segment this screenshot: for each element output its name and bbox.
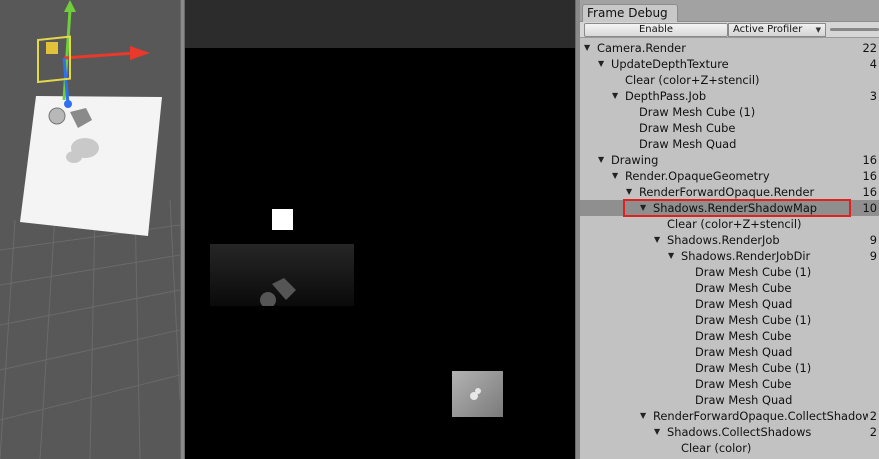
tree-row[interactable]: Draw Mesh Cube (1) <box>580 312 879 328</box>
tab-frame-debug[interactable]: Frame Debug <box>582 4 678 22</box>
tree-row[interactable]: ▼ Shadows.CollectShadows 2 <box>580 424 879 440</box>
tree-row[interactable]: Draw Mesh Cube (1) <box>580 264 879 280</box>
frame-debug-panel: Frame Debug Enable Active Profiler ▼ ▼ Ca… <box>580 0 879 459</box>
game-white-square <box>272 209 293 230</box>
tree-row-count: 16 <box>860 168 877 184</box>
tree-row[interactable]: Draw Mesh Quad <box>580 136 879 152</box>
active-profiler-dropdown[interactable]: Active Profiler ▼ <box>728 23 826 37</box>
tree-row-label: Clear (color) <box>681 441 752 455</box>
tree-row-label: Draw Mesh Cube (1) <box>695 313 812 327</box>
tree-row-label: Draw Mesh Quad <box>695 297 793 311</box>
tree-row[interactable]: Draw Mesh Cube <box>580 280 879 296</box>
tree-row-count: 10 <box>862 201 878 215</box>
tree-row-count: 16 <box>860 184 877 200</box>
tree-row-count: 9 <box>867 248 877 264</box>
tree-row[interactable]: Draw Mesh Cube (1) <box>580 104 879 120</box>
tree-row[interactable]: ▼ Shadows.RenderJob 9 <box>580 232 879 248</box>
selection-highlight-box <box>623 199 851 217</box>
tree-row[interactable]: ▼ Camera.Render 22 <box>580 40 879 56</box>
tree-row[interactable]: Draw Mesh Cube <box>580 120 879 136</box>
tree-row[interactable]: Clear (color+Z+stencil) <box>580 72 879 88</box>
tree-row[interactable]: ▼ DepthPass.Job 3 <box>580 88 879 104</box>
dropdown-arrow-icon: ▼ <box>815 26 821 34</box>
tree-row[interactable]: Draw Mesh Quad <box>580 344 879 360</box>
tree-row[interactable]: ▼ RenderForwardOpaque.Render 16 <box>580 184 879 200</box>
tree-row-label: Draw Mesh Cube (1) <box>639 105 756 119</box>
event-slider[interactable] <box>830 28 879 31</box>
scene-viewport[interactable] <box>0 0 180 459</box>
tree-row-label: Render.OpaqueGeometry <box>625 169 770 183</box>
scene-view[interactable] <box>0 0 180 459</box>
tree-row[interactable]: ▼ Shadows.RenderJobDir 9 <box>580 248 879 264</box>
expand-arrow-icon[interactable]: ▼ <box>626 184 632 200</box>
tree-row-label: Draw Mesh Quad <box>695 393 793 407</box>
scene-quad-plane[interactable] <box>20 96 162 236</box>
tree-row-label: Clear (color+Z+stencil) <box>667 217 802 231</box>
tree-row-label: Draw Mesh Cube <box>639 121 736 135</box>
tree-row-label: Shadows.CollectShadows <box>667 425 812 439</box>
expand-arrow-icon[interactable]: ▼ <box>612 168 618 184</box>
tree-row-label: RenderForwardOpaque.Render <box>639 185 815 199</box>
game-shadow-map <box>210 244 354 308</box>
tree-row-label: Draw Mesh Quad <box>695 345 793 359</box>
tree-row-count: 22 <box>860 40 877 56</box>
tree-row-label: Drawing <box>611 153 659 167</box>
enable-button[interactable]: Enable <box>584 23 728 37</box>
tree-row-label: Draw Mesh Cube <box>695 281 792 295</box>
tree-row[interactable]: Clear (color) <box>580 440 879 456</box>
tree-row-label: UpdateDepthTexture <box>611 57 729 71</box>
scene-grid <box>0 199 180 459</box>
tab-bar: Frame Debug <box>580 0 879 22</box>
expand-arrow-icon[interactable]: ▼ <box>612 88 618 104</box>
tree-row[interactable]: Draw Mesh Cube <box>580 376 879 392</box>
expand-arrow-icon[interactable]: ▼ <box>598 56 604 72</box>
tree-row[interactable]: ▼ RenderForwardOpaque.CollectShadows 2 <box>580 408 879 424</box>
tree-row[interactable]: Draw Mesh Cube <box>580 328 879 344</box>
expand-arrow-icon[interactable]: ▼ <box>654 232 660 248</box>
tree-row-count: 3 <box>867 88 877 104</box>
tree-row-label: Shadows.RenderJob <box>667 233 780 247</box>
tree-row-label: Clear (color+Z+stencil) <box>625 73 760 87</box>
tree-row[interactable]: Draw Mesh Quad <box>580 296 879 312</box>
tree-row-label: RenderForwardOpaque.CollectShadows <box>653 409 878 423</box>
tree-row-label: Camera.Render <box>597 41 686 55</box>
tree-row-label: DepthPass.Job <box>625 89 707 103</box>
tree-row-label: Draw Mesh Cube (1) <box>695 361 812 375</box>
tree-row-count: 2 <box>867 408 877 424</box>
tree-row-label: Draw Mesh Cube (1) <box>695 265 812 279</box>
tree-row-label: Draw Mesh Cube <box>695 377 792 391</box>
expand-arrow-icon[interactable]: ▼ <box>584 40 590 56</box>
tree-row-count: 2 <box>867 424 877 440</box>
tree-row[interactable]: Clear (color+Z+stencil) <box>580 216 879 232</box>
expand-arrow-icon[interactable]: ▼ <box>598 152 604 168</box>
expand-arrow-icon[interactable]: ▼ <box>654 424 660 440</box>
tree-row[interactable]: Draw Mesh Cube (1) <box>580 360 879 376</box>
game-toolbar <box>185 0 575 48</box>
tree-row-count: 16 <box>860 152 877 168</box>
tree-row-label: Draw Mesh Cube <box>695 329 792 343</box>
scene-sphere[interactable] <box>48 107 66 125</box>
expand-arrow-icon[interactable]: ▼ <box>668 248 674 264</box>
active-profiler-label: Active Profiler <box>733 24 803 35</box>
tree-row[interactable]: ▼ Render.OpaqueGeometry 16 <box>580 168 879 184</box>
game-view[interactable] <box>185 0 575 459</box>
tree-row-label: Shadows.RenderJobDir <box>681 249 811 263</box>
gizmo-x-axis[interactable] <box>63 51 136 60</box>
tree-row-count: 9 <box>867 232 877 248</box>
tree-row-count: 4 <box>867 56 877 72</box>
frame-event-tree[interactable]: ▼ Camera.Render 22 ▼ UpdateDepthTexture 4 Clea… <box>580 40 879 456</box>
tree-row-label: Draw Mesh Quad <box>639 137 737 151</box>
expand-arrow-icon[interactable]: ▼ <box>640 408 646 424</box>
frame-debug-toolbar: Enable Active Profiler ▼ <box>580 22 879 38</box>
game-thumbnail <box>452 371 503 417</box>
tree-row[interactable]: ▼ Drawing 16 <box>580 152 879 168</box>
tree-row[interactable]: Draw Mesh Quad <box>580 392 879 408</box>
tree-row[interactable]: ▼ UpdateDepthTexture 4 <box>580 56 879 72</box>
